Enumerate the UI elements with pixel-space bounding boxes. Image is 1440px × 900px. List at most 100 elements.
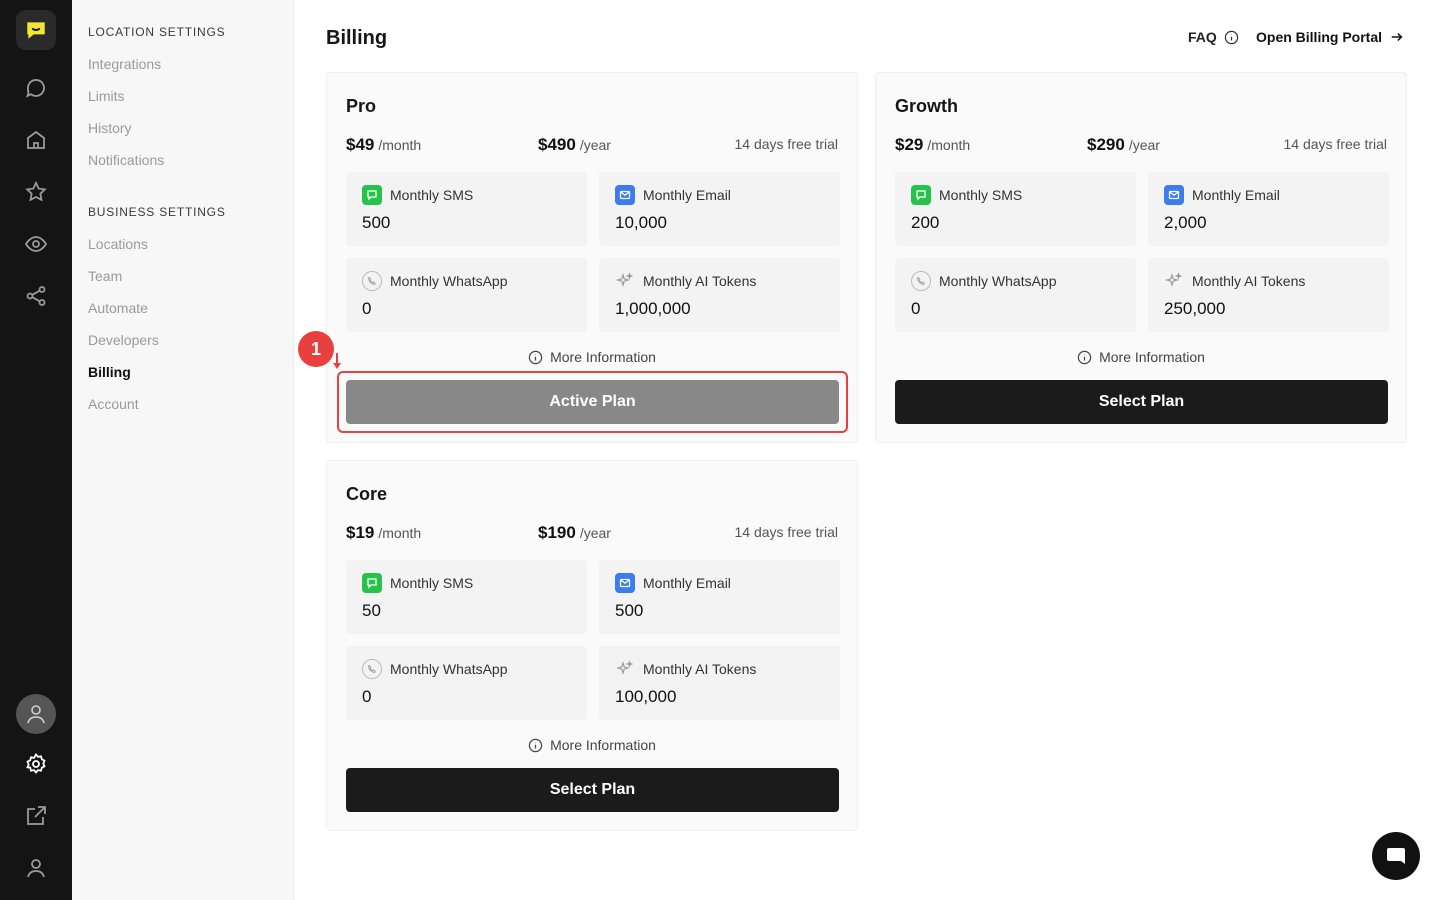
settings-sidebar: LOCATION SETTINGS Integrations Limits Hi… [72, 0, 294, 900]
feature-label: Monthly Email [643, 575, 731, 591]
email-icon [615, 185, 635, 205]
star-icon[interactable] [18, 174, 54, 210]
monthly-unit: /month [378, 137, 422, 153]
monthly-price: $19/month [346, 523, 421, 543]
monthly-price: $29/month [895, 135, 970, 155]
sidebar-item-locations[interactable]: Locations [88, 236, 148, 252]
plan-name: Growth [895, 96, 958, 116]
settings-icon[interactable] [18, 746, 54, 782]
active-plan-button[interactable]: Active Plan [346, 380, 839, 424]
whatsapp-icon [362, 271, 382, 291]
feature-monthly-sms: Monthly SMS 50 [346, 560, 587, 634]
sidebar-item-integrations[interactable]: Integrations [88, 56, 161, 72]
sidebar-item-limits[interactable]: Limits [88, 88, 125, 104]
feature-monthly-email: Monthly Email 500 [599, 560, 840, 634]
user-icon[interactable] [18, 850, 54, 886]
sms-icon [362, 185, 382, 205]
more-information-link[interactable]: More Information [327, 349, 857, 365]
sidebar-item-account[interactable]: Account [88, 396, 139, 412]
sidebar-item-team[interactable]: Team [88, 268, 122, 284]
feature-value: 0 [362, 299, 372, 318]
avatar-person-icon [27, 705, 45, 724]
avatar[interactable] [16, 694, 56, 734]
feature-monthly-email: Monthly Email 10,000 [599, 172, 840, 246]
chat-bubble-icon [1387, 848, 1405, 864]
faq-label: FAQ [1188, 29, 1217, 45]
feature-monthly-ai-tokens: Monthly AI Tokens 100,000 [599, 646, 840, 720]
plan-name: Pro [346, 96, 377, 116]
yearly-amount: $190 [538, 523, 576, 542]
eye-icon[interactable] [18, 226, 54, 262]
monthly-unit: /month [927, 137, 971, 153]
sparkle-icon [615, 659, 635, 679]
feature-label: Monthly Email [1192, 187, 1280, 203]
feature-monthly-email: Monthly Email 2,000 [1148, 172, 1389, 246]
chat-widget-button[interactable] [1372, 832, 1420, 880]
home-icon[interactable] [18, 122, 54, 158]
feature-value: 200 [911, 213, 940, 232]
monthly-price: $49/month [346, 135, 421, 155]
feature-value: 1,000,000 [615, 299, 691, 318]
whatsapp-icon [911, 271, 931, 291]
faq-link[interactable]: FAQ [1188, 29, 1239, 45]
feature-value: 0 [362, 687, 372, 706]
feature-label: Monthly Email [643, 187, 731, 203]
feature-label: Monthly SMS [390, 187, 474, 203]
monthly-amount: $19 [346, 523, 375, 542]
sidebar-item-developers[interactable]: Developers [88, 332, 159, 348]
info-icon [1077, 350, 1092, 364]
feature-value: 250,000 [1164, 299, 1226, 318]
arrow-right-icon [1391, 32, 1403, 42]
share-icon[interactable] [18, 278, 54, 314]
yearly-amount: $290 [1087, 135, 1125, 154]
sidebar-item-notifications[interactable]: Notifications [88, 152, 164, 168]
yearly-amount: $490 [538, 135, 576, 154]
annotation-arrow [333, 353, 341, 369]
plan-card-pro: Pro $49/month $490/year 14 days free tri… [326, 72, 858, 443]
select-plan-button[interactable]: Select Plan [895, 380, 1388, 424]
business-settings-heading: BUSINESS SETTINGS [88, 205, 226, 219]
info-icon [528, 350, 543, 364]
feature-value: 500 [615, 601, 644, 620]
more-information-label: More Information [550, 737, 656, 753]
yearly-unit: /year [579, 525, 611, 541]
sidebar-item-history[interactable]: History [88, 120, 132, 136]
feature-value: 50 [362, 601, 381, 620]
open-billing-portal-link[interactable]: Open Billing Portal [1256, 29, 1404, 45]
feature-monthly-ai-tokens: Monthly AI Tokens 250,000 [1148, 258, 1389, 332]
more-information-link[interactable]: More Information [327, 737, 857, 753]
more-information-link[interactable]: More Information [876, 349, 1406, 365]
feature-label: Monthly AI Tokens [1192, 273, 1306, 289]
sms-icon [911, 185, 931, 205]
yearly-price: $190/year [538, 523, 611, 543]
more-information-label: More Information [550, 349, 656, 365]
feature-value: 10,000 [615, 213, 667, 232]
annotation-badge: 1 [298, 331, 334, 367]
yearly-price: $490/year [538, 135, 611, 155]
sidebar-item-billing[interactable]: Billing [88, 364, 131, 380]
info-icon [528, 738, 543, 752]
sparkle-icon [1164, 271, 1184, 291]
sidebar-item-automate[interactable]: Automate [88, 300, 148, 316]
trial-label: 14 days free trial [734, 524, 839, 540]
app-logo[interactable] [16, 10, 56, 50]
messages-icon[interactable] [18, 70, 54, 106]
feature-value: 100,000 [615, 687, 677, 706]
plan-card-core: Core $19/month $190/year 14 days free tr… [326, 460, 858, 831]
feature-monthly-whatsapp: Monthly WhatsApp 0 [346, 258, 587, 332]
feature-monthly-whatsapp: Monthly WhatsApp 0 [346, 646, 587, 720]
monthly-amount: $29 [895, 135, 924, 154]
feature-value: 0 [911, 299, 921, 318]
feature-label: Monthly SMS [390, 575, 474, 591]
yearly-unit: /year [1128, 137, 1160, 153]
info-icon [1224, 30, 1238, 44]
trial-label: 14 days free trial [1283, 136, 1388, 152]
yearly-unit: /year [579, 137, 611, 153]
monthly-amount: $49 [346, 135, 375, 154]
external-link-icon[interactable] [18, 798, 54, 834]
sparkle-icon [615, 271, 635, 291]
portal-label: Open Billing Portal [1256, 29, 1383, 45]
select-plan-button[interactable]: Select Plan [346, 768, 839, 812]
feature-label: Monthly WhatsApp [390, 273, 508, 289]
yearly-price: $290/year [1087, 135, 1160, 155]
